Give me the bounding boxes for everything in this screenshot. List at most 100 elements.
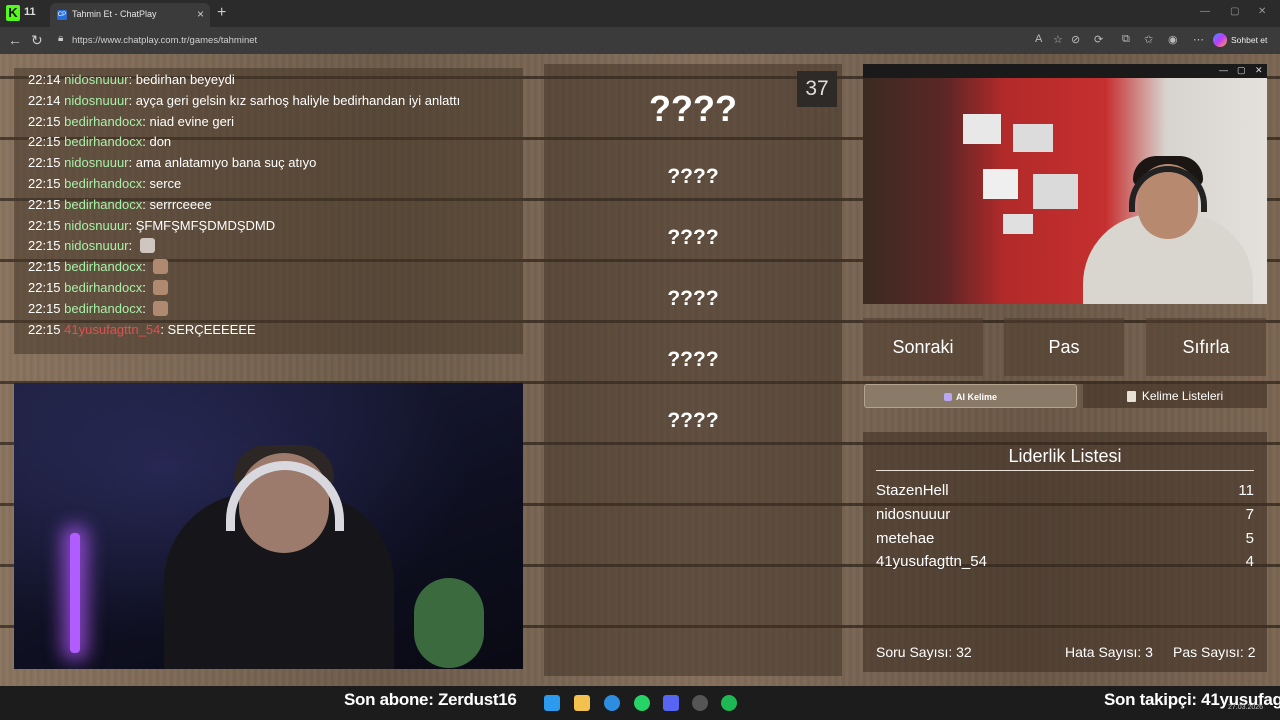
leaderboard-name: metehae (876, 530, 935, 547)
leaderboard: Liderlik Listesi StazenHell 11 nidosnuuu… (863, 432, 1267, 672)
ai-word-button[interactable]: AI Kelime (864, 384, 1077, 408)
read-aloud-icon[interactable]: A (1035, 33, 1042, 45)
chat-username[interactable]: nidosnuuur (64, 155, 128, 170)
chat-message: 22:15 bedirhandocx: serrrceeee (28, 197, 212, 213)
discord-icon[interactable] (663, 695, 679, 711)
more-menu-icon[interactable]: ⋯ (1193, 33, 1204, 46)
browser-tab-active[interactable]: CP Tahmin Et - ChatPlay × (50, 3, 210, 27)
chat-time: 22:15 (28, 176, 61, 191)
chat-separator: : (142, 280, 150, 295)
chat-message: 22:15 bedirhandocx: serce (28, 176, 181, 192)
tab-close-icon[interactable]: × (197, 7, 204, 21)
chat-text: serce (149, 176, 182, 191)
chat-separator: : (142, 300, 150, 316)
chat-message: 22:15 bedirhandocx: (28, 280, 169, 296)
chat-text: serrrceeee (149, 196, 212, 212)
pass-button[interactable]: Pas (1004, 318, 1124, 376)
minimize-icon[interactable]: — (1200, 6, 1210, 17)
favorite-star-icon[interactable]: ☆ (1053, 33, 1063, 46)
leaderboard-score: 4 (1245, 553, 1254, 570)
chatplay-favicon-icon: CP (57, 10, 67, 20)
chat-emote-icon (153, 280, 169, 295)
last-subscriber-text: Son abone: Zerdust16 (344, 690, 517, 709)
chat-time: 22:15 (28, 134, 61, 150)
chat-panel: 22:14 nidosnuuur: bedirhan beyeydi 22:14 … (14, 68, 523, 354)
maximize-icon[interactable]: ▢ (1230, 6, 1239, 17)
file-explorer-icon[interactable] (574, 695, 590, 711)
chat-username[interactable]: bedirhandocx (64, 114, 142, 129)
lock-icon: 🔒︎ (58, 33, 64, 44)
chat-text: bedirhan beyeydi (135, 72, 235, 87)
leaderboard-name: 41yusufagttn_54 (876, 553, 987, 570)
back-arrow-icon[interactable]: ← (8, 32, 22, 48)
main-word: ???? (649, 88, 737, 129)
copilot-button[interactable]: Sohbet et (1213, 31, 1267, 49)
chat-message: 22:15 bedirhandocx: niad evine geri (28, 114, 234, 130)
popup-minimize-icon[interactable]: — (1219, 65, 1228, 75)
chat-message: 22:14 nidosnuuur: bedirhan beyeydi (28, 72, 235, 88)
chat-username[interactable]: bedirhandocx (64, 197, 142, 212)
extensions-icon[interactable]: ⧉ (1122, 33, 1130, 46)
chat-separator: : (128, 92, 136, 108)
chat-username[interactable]: 41yusufagttn_54 (64, 322, 160, 337)
chat-time: 22:15 (28, 217, 61, 233)
edge-browser-icon[interactable] (604, 695, 620, 711)
chat-username[interactable]: bedirhandocx (64, 301, 142, 316)
favorites-icon[interactable]: ✩ (1144, 33, 1153, 46)
pass-count: Pas Sayısı: 2 (1173, 644, 1256, 660)
address-bar-row: ← ↻ 🔒︎ https://www.chatplay.com.tr/games… (0, 27, 1280, 54)
leaderboard-score: 11 (1238, 482, 1254, 499)
obs-icon[interactable] (692, 695, 708, 711)
chat-username[interactable]: bedirhandocx (64, 280, 142, 295)
leaderboard-name: StazenHell (876, 482, 949, 499)
taskbar-date: 27.03.2026 (1228, 704, 1264, 711)
chat-username[interactable]: nidosnuuur (64, 218, 128, 233)
chat-time: 22:15 (28, 259, 61, 275)
spotify-icon[interactable] (721, 695, 737, 711)
chat-time: 22:15 (28, 321, 61, 337)
leaderboard-divider (876, 470, 1254, 471)
chat-username[interactable]: nidosnuuur (64, 72, 128, 87)
popup-close-icon[interactable]: ✕ (1255, 65, 1263, 76)
chat-message: 22:15 bedirhandocx: (28, 259, 169, 275)
chat-time: 22:15 (28, 155, 61, 171)
chat-time: 22:15 (28, 196, 61, 212)
new-tab-icon[interactable]: + (217, 4, 226, 22)
chat-message: 22:15 bedirhandocx: don (28, 134, 171, 150)
chat-text: ŞFMFŞMFŞDMDŞDMD (135, 217, 276, 233)
refresh-icon[interactable]: ↻ (31, 32, 43, 49)
notepad-icon (1126, 391, 1136, 402)
chat-username[interactable]: bedirhandocx (64, 259, 142, 274)
chat-separator: : (128, 155, 136, 171)
hidden-word-4: ???? (667, 348, 719, 371)
chat-separator: : (128, 72, 136, 87)
taskbar: Son abone: Zerdust16 Son takipçi: 41yusu… (0, 686, 1280, 720)
window-close-icon[interactable]: ✕ (1258, 6, 1266, 17)
error-count: Hata Sayısı: 3 (1065, 644, 1153, 660)
chat-time: 22:14 (28, 72, 61, 87)
tab-title: Tahmin Et - ChatPlay (72, 9, 157, 19)
copilot-label: Sohbet et (1231, 35, 1268, 45)
chat-username[interactable]: bedirhandocx (64, 176, 142, 191)
chat-text: SERÇEEEEEE (167, 321, 256, 337)
browser-tab-bar: K 11 CP Tahmin Et - ChatPlay × + — ▢ ✕ (0, 0, 1280, 27)
chat-username[interactable]: nidosnuuur (64, 238, 128, 253)
next-button[interactable]: Sonraki (863, 318, 983, 376)
reset-button[interactable]: Sıfırla (1146, 318, 1266, 376)
url-field[interactable]: 🔒︎ https://www.chatplay.com.tr/games/tah… (52, 30, 1152, 51)
chat-username[interactable]: bedirhandocx (64, 134, 142, 149)
tracking-icon[interactable]: ⊘ (1071, 33, 1080, 46)
sync-icon[interactable]: ⟳ (1094, 33, 1103, 46)
whatsapp-icon[interactable] (634, 695, 650, 711)
question-count: Soru Sayısı: 32 (876, 644, 972, 660)
chat-time: 22:15 (28, 280, 61, 295)
popup-maximize-icon[interactable]: ▢ (1237, 65, 1246, 76)
windows-start-icon[interactable] (544, 695, 560, 711)
word-lists-label: Kelime Listeleri (1141, 389, 1224, 403)
word-lists-button[interactable]: Kelime Listeleri (1083, 384, 1267, 408)
chat-message: 22:14 nidosnuuur: ayça geri gelsin kız s… (28, 93, 460, 109)
profile-avatar-icon[interactable]: ◉ (1168, 33, 1178, 46)
hidden-word-3: ???? (667, 287, 719, 310)
chat-username[interactable]: nidosnuuur (64, 93, 128, 108)
chat-emote-icon (153, 300, 169, 316)
